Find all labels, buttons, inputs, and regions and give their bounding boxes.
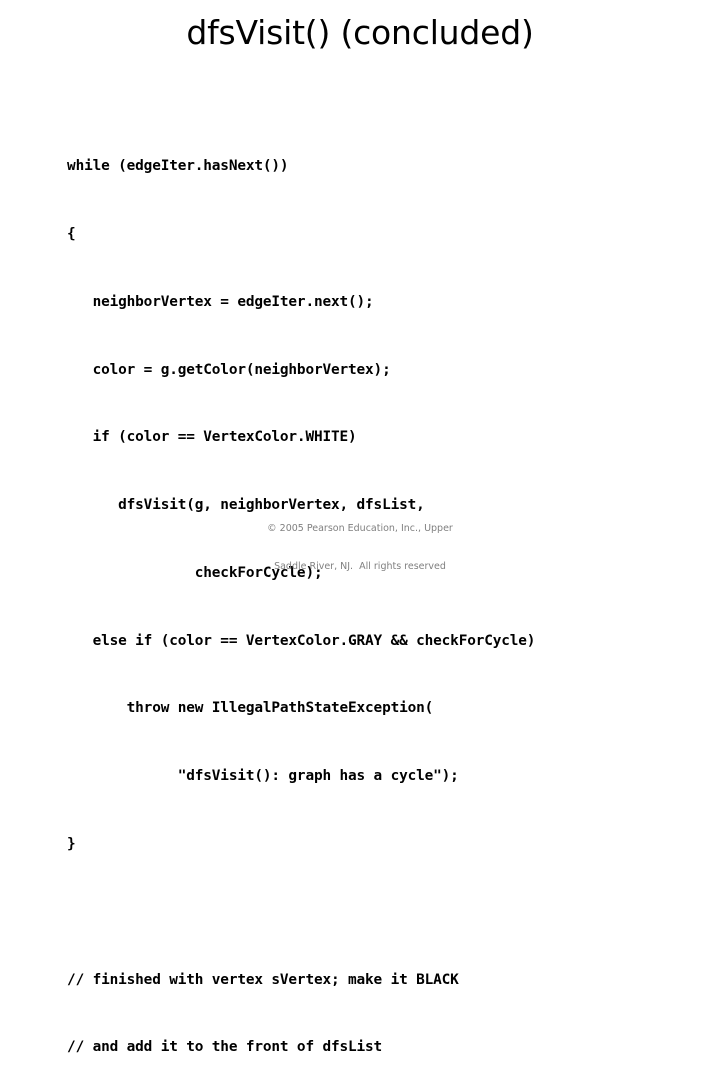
code-line: color = g.getColor(neighborVertex); — [33, 361, 391, 378]
code-line: neighborVertex = edgeIter.next(); — [33, 293, 374, 310]
code-line: { — [33, 225, 76, 242]
code-line: // finished with vertex sVertex; make it… — [33, 971, 459, 988]
code-line: else if (color == VertexColor.GRAY && ch… — [33, 632, 536, 649]
code-line: } — [33, 836, 76, 852]
code-line: "dfsVisit(): graph has a cycle"); — [33, 768, 459, 785]
page-title: dfsVisit() (concluded) — [186, 13, 534, 52]
copyright-footer: © 2005 Pearson Education, Inc., Upper Sa… — [0, 498, 720, 598]
slide-canvas: dfsVisit() (concluded) while (edgeIter.h… — [0, 0, 720, 1055]
code-line: while (edgeIter.hasNext()) — [33, 158, 289, 175]
footer-line: © 2005 Pearson Education, Inc., Upper — [267, 523, 453, 534]
code-line: // and add it to the front of dfsList — [33, 1039, 383, 1056]
footer-line: Saddle River, NJ. All rights reserved — [274, 560, 446, 572]
code-line: if (color == VertexColor.WHITE) — [33, 429, 357, 446]
code-line: throw new IllegalPathStateException( — [33, 700, 434, 717]
